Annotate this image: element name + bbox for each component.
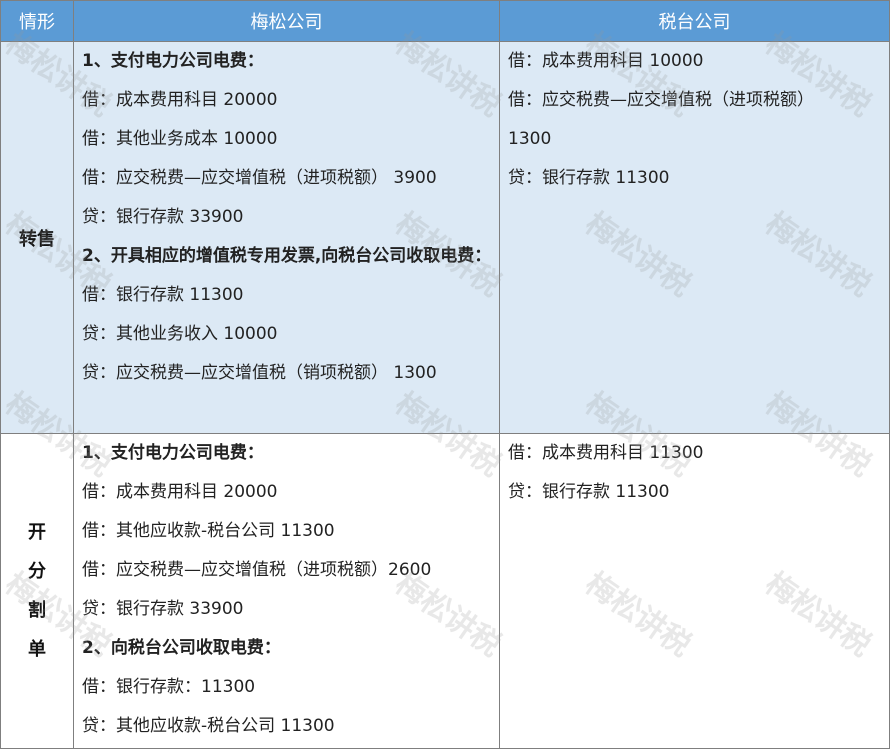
journal-entry-line: 借：银行存款：11300 (82, 677, 256, 697)
split-shuitai-entries: 借：成本费用科目 11300 贷：银行存款 11300 (500, 434, 889, 512)
split-meisong-entries: 1、支付电力公司电费： 借：成本费用科目 20000 借：其他应收款-税台公司 11… (74, 434, 499, 746)
journal-table: 情形 梅松公司 税台公司 转售 1、支付电力公司电费： 借：成本费用科目 2000… (0, 0, 890, 749)
journal-entry-line: 借：其他应收款-税台公司 11300 (82, 521, 335, 541)
journal-entry-line: 贷：其他应收款-税台公司 11300 (82, 716, 335, 736)
journal-entry-line: 贷：银行存款 33900 (82, 599, 244, 619)
journal-entry-line: 借：银行存款 11300 (82, 285, 244, 305)
header-meisong: 梅松公司 (73, 0, 500, 42)
journal-entry-line: 借：其他业务成本 10000 (82, 129, 278, 149)
header-scenario: 情形 (0, 0, 74, 42)
journal-entry-line: 贷：其他业务收入 10000 (82, 324, 278, 344)
journal-entry-line: 借：应交税费—应交增值税（进项税额） 3900 (82, 168, 437, 188)
scenario-split-char: 分 (28, 561, 46, 582)
entry-heading: 1、支付电力公司电费： (82, 51, 264, 71)
scenario-transfer-label: 转售 (19, 228, 55, 250)
journal-entry-line: 贷：银行存款 33900 (82, 207, 244, 227)
scenario-split-cell: 开分割单 (0, 433, 74, 749)
scenario-split-char: 割 (28, 600, 46, 621)
journal-entry-line: 贷：银行存款 11300 (508, 168, 670, 188)
transfer-shuitai-entries: 借：成本费用科目 10000 借：应交税费—应交增值税（进项税额） 1300 贷：银行… (500, 42, 889, 198)
transfer-meisong-entries: 1、支付电力公司电费： 借：成本费用科目 20000 借：其他业务成本 10000 借… (74, 42, 499, 393)
journal-entry-line: 借：应交税费—应交增值税（进项税额）2600 (82, 560, 432, 580)
journal-entry-line: 借：成本费用科目 20000 (82, 90, 278, 110)
header-shuitai: 税台公司 (499, 0, 890, 42)
header-row: 情形 梅松公司 税台公司 (0, 0, 890, 42)
transfer-meisong-cell: 1、支付电力公司电费： 借：成本费用科目 20000 借：其他业务成本 10000 借… (73, 41, 500, 434)
row-transfer: 转售 1、支付电力公司电费： 借：成本费用科目 20000 借：其他业务成本 100… (0, 41, 890, 434)
journal-entry-line: 借：成本费用科目 20000 (82, 482, 278, 502)
scenario-transfer-cell: 转售 (0, 41, 74, 434)
journal-entry-line: 借：成本费用科目 10000 (508, 51, 704, 71)
journal-entry-line: 贷：应交税费—应交增值税（销项税额） 1300 (82, 363, 437, 383)
scenario-split-label: 开分割单 (1, 513, 73, 669)
entry-heading: 2、向税台公司收取电费： (82, 638, 281, 658)
scenario-split-char: 开 (28, 522, 46, 543)
split-shuitai-cell: 借：成本费用科目 11300 贷：银行存款 11300 (499, 433, 890, 749)
journal-entry-line: 借：成本费用科目 11300 (508, 443, 704, 463)
journal-entry-line: 借：应交税费—应交增值税（进项税额） (508, 90, 814, 110)
transfer-shuitai-cell: 借：成本费用科目 10000 借：应交税费—应交增值税（进项税额） 1300 贷：银行… (499, 41, 890, 434)
scenario-split-char: 单 (28, 639, 46, 660)
split-meisong-cell: 1、支付电力公司电费： 借：成本费用科目 20000 借：其他应收款-税台公司 11… (73, 433, 500, 749)
journal-entry-line: 贷：银行存款 11300 (508, 482, 670, 502)
entry-heading: 2、开具相应的增值税专用发票,向税台公司收取电费： (82, 246, 492, 266)
journal-entry-line: 1300 (508, 129, 552, 149)
entry-heading: 1、支付电力公司电费： (82, 443, 264, 463)
row-split: 开分割单 1、支付电力公司电费： 借：成本费用科目 20000 借：其他应收款-税台… (0, 433, 890, 749)
